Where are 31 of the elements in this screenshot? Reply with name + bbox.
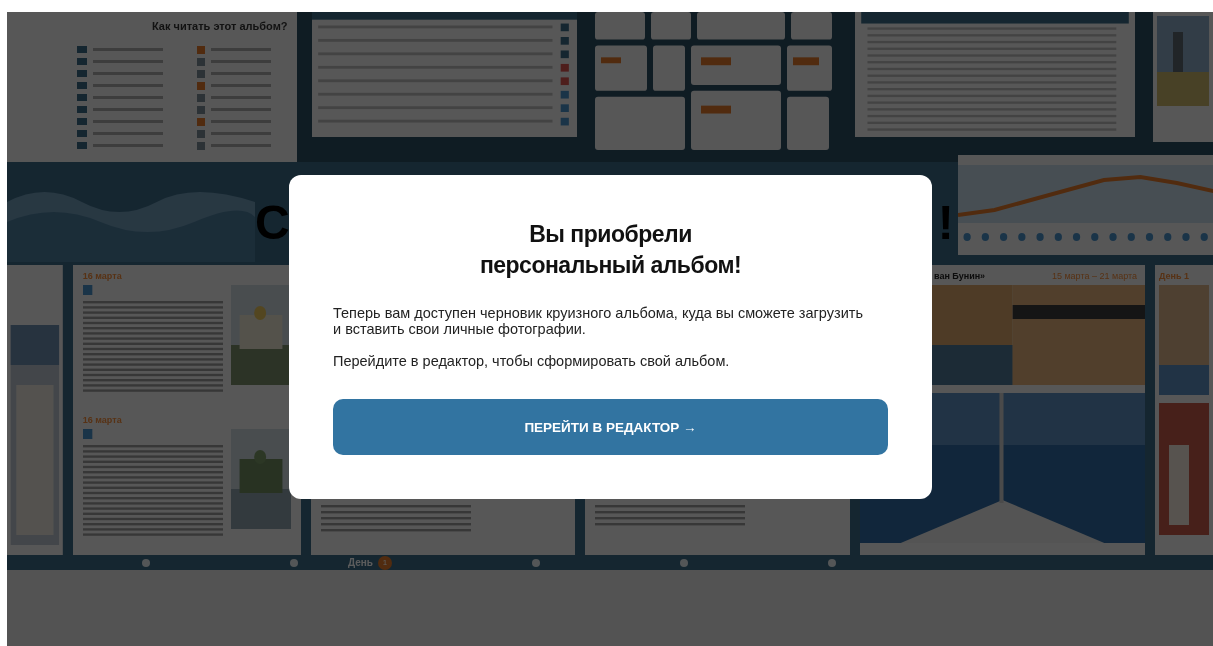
- stop-marker: [963, 233, 971, 241]
- stop-marker: [1127, 233, 1135, 241]
- dialog-text: Перейдите в редактор, чтобы сформировать свой альбом.: [333, 353, 731, 369]
- nav-dot[interactable]: [532, 558, 540, 567]
- dialog-title: Вы приобрели персональный альбом!: [478, 220, 743, 280]
- cruise-dates: 15 марта – 21 марта: [1051, 271, 1137, 281]
- nav-dot[interactable]: [828, 558, 836, 567]
- nav-dot[interactable]: [680, 558, 688, 567]
- nav-dot[interactable]: [142, 558, 150, 567]
- banner-heading: !: [937, 194, 954, 250]
- nav-dot[interactable]: [290, 558, 298, 567]
- stop-marker: [1072, 233, 1080, 241]
- stop-marker: [999, 233, 1007, 241]
- stop-marker: [1017, 233, 1026, 241]
- guide-title: Как читать этот альбом?: [151, 20, 289, 32]
- stop-marker: [1182, 233, 1190, 241]
- stop-marker: [1163, 233, 1172, 241]
- editor-button[interactable]: ПЕРЕЙТИ В РЕДАКТОР →: [333, 399, 888, 455]
- stop-marker: [1090, 233, 1099, 241]
- stop-marker: [1054, 233, 1062, 241]
- stop-marker: [1109, 233, 1117, 241]
- nav-label: День: [348, 557, 373, 568]
- day-label: День 1: [1159, 271, 1190, 281]
- stop-marker: [981, 233, 989, 241]
- date-label: 16 марта: [82, 415, 123, 425]
- stop-marker: [1145, 233, 1153, 241]
- dialog-text: Теперь вам доступен черновик круизного альбома, куда вы сможете загрузить и вставить свои личные фотографии.: [333, 305, 864, 337]
- stop-marker: [1200, 233, 1208, 241]
- date-label: 16 марта: [82, 271, 123, 281]
- stop-marker: [1036, 233, 1044, 241]
- cruise-title: ван Бунин»: [934, 271, 986, 281]
